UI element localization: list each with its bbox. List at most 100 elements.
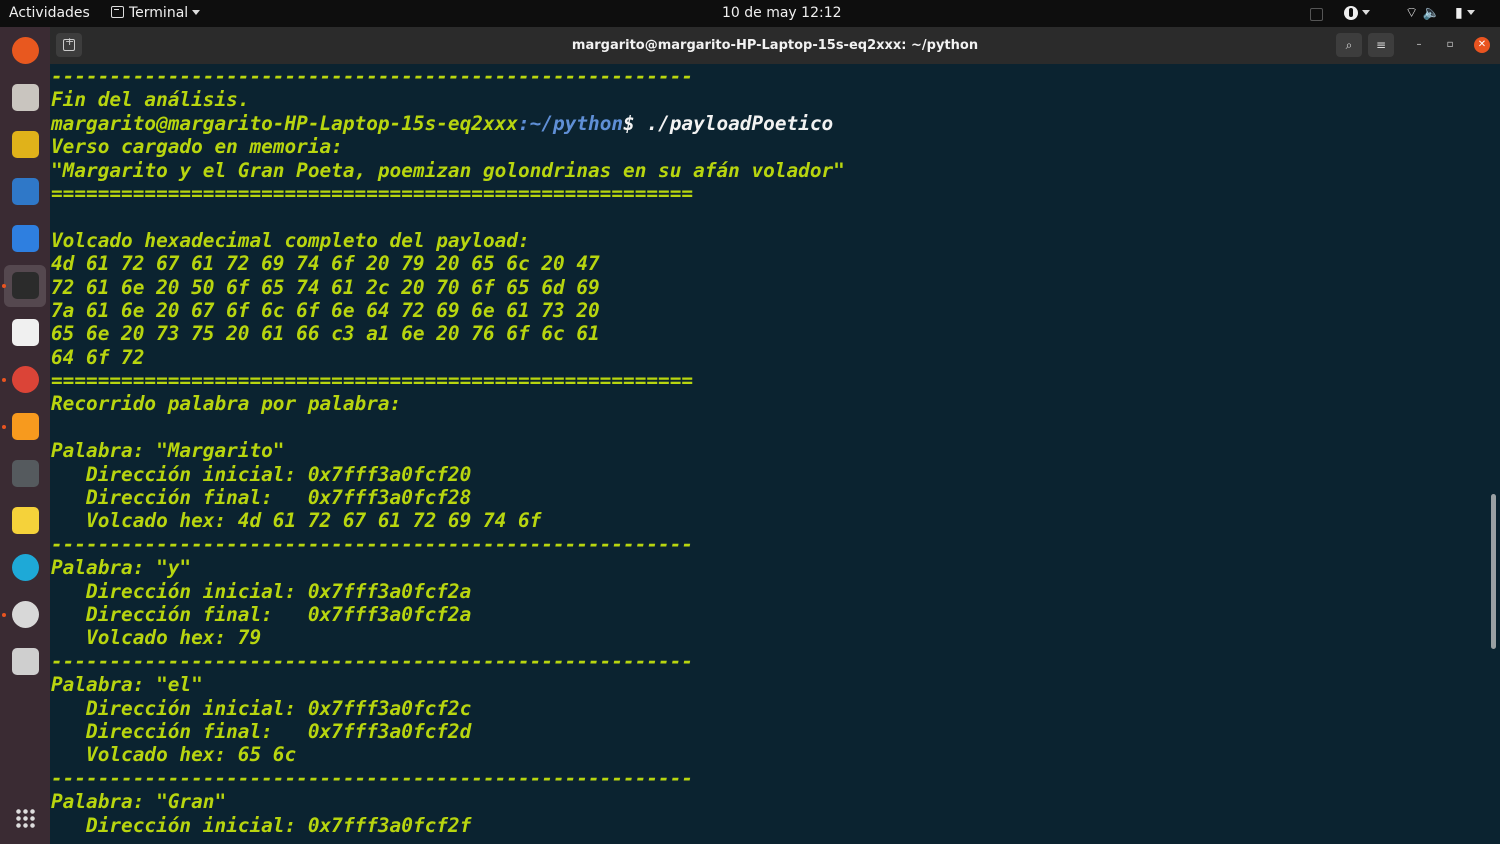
terminal-line: Dirección final: 0x7fff3a0fcf28 <box>51 486 472 510</box>
terminal-line: Dirección inicial: 0x7fff3a0fcf2a <box>51 579 472 603</box>
terminal-line: "Margarito y el Gran Poeta, poemizan gol… <box>51 158 845 182</box>
terminal-line: ========================================… <box>51 369 694 393</box>
dock-item-files[interactable] <box>4 77 46 119</box>
window-title: margarito@margarito-HP-Laptop-15s-eq2xxx… <box>571 38 979 53</box>
terminal-output: ----------------------------------------… <box>51 65 845 837</box>
dock-item-sublime[interactable] <box>2 406 46 448</box>
terminal-line: 7a 61 6e 20 67 6f 6c 6f 6e 64 72 69 6e 6… <box>51 298 600 322</box>
prompt-path: :~/python <box>517 111 624 135</box>
prompt-user: margarito@margarito-HP-Laptop-15s-eq2xxx <box>51 111 518 135</box>
window-header: margarito@margarito-HP-Laptop-15s-eq2xxx… <box>50 27 1500 64</box>
terminal-line: Fin del análisis. <box>51 88 250 112</box>
scrollbar[interactable] <box>1491 494 1496 649</box>
maximize-icon: ▫ <box>1446 39 1454 50</box>
app-menu-label: Terminal <box>129 5 189 21</box>
running-indicator <box>2 613 6 617</box>
calculator-icon <box>12 460 39 487</box>
activities-button[interactable]: Actividades <box>9 0 90 27</box>
prompt-symbol: $ <box>623 111 647 135</box>
system-status-area[interactable]: ⌔ 🔈 <box>1405 0 1440 27</box>
terminal-line: Volcado hex: 4d 61 72 67 61 72 69 74 6f <box>51 509 542 533</box>
minimize-button[interactable]: – <box>1411 37 1427 53</box>
command-text: ./payloadPoetico <box>646 111 834 135</box>
terminal-line: Palabra: "Margarito" <box>51 439 285 463</box>
show-applications-button[interactable] <box>4 797 46 839</box>
terminal-line: 64 6f 72 <box>51 345 145 369</box>
new-tab-button[interactable] <box>56 33 82 57</box>
terminal-line: Palabra: "y" <box>51 556 192 580</box>
terminal-line: 65 6e 20 73 75 20 61 66 c3 a1 6e 20 76 6… <box>51 322 600 346</box>
running-indicator <box>2 284 6 288</box>
chevron-down-icon <box>1362 10 1370 15</box>
rhythmbox-icon <box>12 131 39 158</box>
terminal-line: 72 61 6e 20 50 6f 65 74 61 2c 20 70 6f 6… <box>51 275 600 299</box>
dock-item-vscode[interactable] <box>4 218 46 260</box>
dock-item-firefox[interactable] <box>4 30 46 72</box>
chevron-down-icon <box>192 10 201 15</box>
running-indicator <box>2 378 6 382</box>
dock-item-rhythmbox[interactable] <box>4 124 46 166</box>
dock-item-terminal[interactable] <box>2 265 46 307</box>
maximize-button[interactable]: ▫ <box>1442 37 1458 53</box>
terminal-line: Palabra: "Gran" <box>51 790 227 814</box>
virtualbox-icon <box>12 319 39 346</box>
menu-button[interactable]: ≡ <box>1368 33 1394 57</box>
volume-icon: 🔈 <box>1422 5 1441 21</box>
wifi-icon: ⌔ <box>1405 5 1419 21</box>
terminal-line: ----------------------------------------… <box>51 532 694 556</box>
terminal-line: Volcado hex: 65 6c <box>51 743 297 767</box>
terminal-line: ========================================… <box>51 181 694 205</box>
edge-icon <box>12 554 39 581</box>
files-icon <box>12 84 39 111</box>
screen-share-icon[interactable] <box>1310 8 1323 21</box>
search-icon: ⌕ <box>1345 38 1353 52</box>
terminal-line: Dirección final: 0x7fff3a0fcf2a <box>51 602 472 626</box>
app-menu[interactable]: Terminal <box>111 0 201 27</box>
terminal-line: Volcado hex: 79 <box>51 626 262 650</box>
terminal-line: Dirección inicial: 0x7fff3a0fcf2f <box>51 813 472 837</box>
terminal-line: Palabra: "el" <box>51 673 203 697</box>
dock <box>0 27 50 844</box>
minimize-icon: – <box>1416 39 1422 50</box>
close-button[interactable]: ✕ <box>1474 37 1490 53</box>
hamburger-icon: ≡ <box>1375 38 1387 52</box>
dock-item-settings[interactable] <box>2 594 46 636</box>
terminal-line: Dirección inicial: 0x7fff3a0fcf2c <box>51 696 472 720</box>
dock-item-virtualbox[interactable] <box>4 312 46 354</box>
dock-item-edge[interactable] <box>4 547 46 589</box>
dock-item-text-editor[interactable] <box>4 500 46 542</box>
terminal-small-icon <box>111 6 124 18</box>
dock-item-calculator[interactable] <box>4 453 46 495</box>
chrome-icon <box>12 366 39 393</box>
apps-grid-icon <box>15 808 36 829</box>
clock[interactable]: 10 de may 12:12 <box>722 0 842 27</box>
dock-item-usb-drive[interactable] <box>4 641 46 683</box>
settings-icon <box>12 601 39 628</box>
terminal-icon <box>12 272 39 299</box>
accessibility-icon <box>1344 6 1358 20</box>
sublime-icon <box>12 413 39 440</box>
power-menu[interactable]: ▮ <box>1455 0 1475 27</box>
usb-drive-icon <box>12 648 39 675</box>
terminal-line: Verso cargado en memoria: <box>51 135 343 159</box>
search-button[interactable]: ⌕ <box>1336 33 1362 57</box>
running-indicator <box>2 425 6 429</box>
accessibility-menu[interactable] <box>1344 0 1370 27</box>
writer-icon <box>12 178 39 205</box>
chevron-down-icon <box>1466 10 1475 15</box>
terminal-line: Dirección inicial: 0x7fff3a0fcf20 <box>51 462 472 486</box>
terminal-line: ----------------------------------------… <box>51 65 694 88</box>
dock-item-writer[interactable] <box>4 171 46 213</box>
close-icon: ✕ <box>1477 39 1487 50</box>
prompt-line: margarito@margarito-HP-Laptop-15s-eq2xxx… <box>51 112 845 135</box>
top-bar: Actividades Terminal 10 de may 12:12 ⌔ 🔈… <box>0 0 1500 27</box>
vscode-icon <box>12 225 39 252</box>
terminal-line: ----------------------------------------… <box>51 766 694 790</box>
firefox-icon <box>12 37 39 64</box>
terminal-line: ----------------------------------------… <box>51 649 694 673</box>
terminal-view[interactable]: ----------------------------------------… <box>50 64 1500 844</box>
terminal-line: Volcado hexadecimal completo del payload… <box>51 228 530 252</box>
dock-item-chrome[interactable] <box>2 359 46 401</box>
battery-icon: ▮ <box>1455 5 1463 21</box>
